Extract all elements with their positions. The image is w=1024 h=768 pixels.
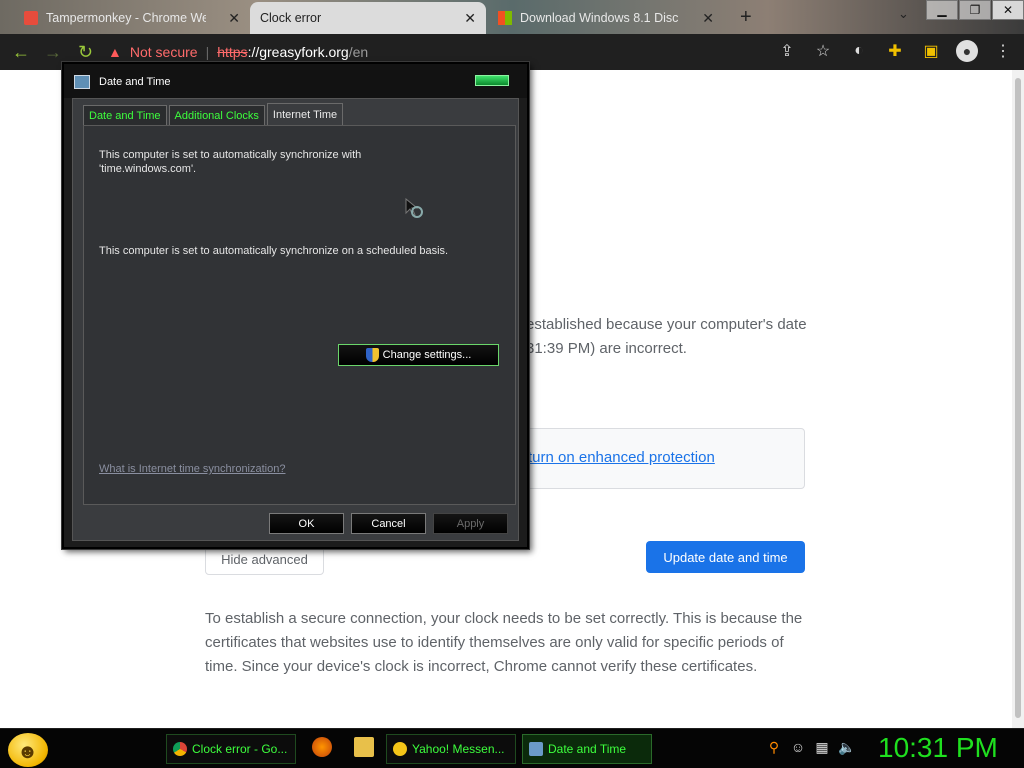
tab-download-windows[interactable]: Download Windows 8.1 Disc Ima ✕ [488,2,724,34]
explanation-line1: To establish a secure connection, your c… [205,610,803,627]
network-icon[interactable]: ▦ [814,739,830,756]
schedule-text: This computer is set to automatically sy… [99,245,449,257]
volume-icon[interactable]: 🔈 [838,739,855,756]
tab-title: Download Windows 8.1 Disc Ima [520,11,680,25]
folder-icon[interactable] [354,737,374,757]
tab-search-chevron-icon[interactable]: ⌄ [898,6,909,22]
sync-server-line1: This computer is set to automatically sy… [99,149,362,161]
change-settings-label: Change settings... [382,349,472,361]
apply-button[interactable]: Apply [433,513,508,534]
taskbar-item-date-time[interactable]: Date and Time [522,734,652,764]
share-icon[interactable]: ⇪ [776,41,798,61]
page-scrollbar[interactable] [1012,70,1024,728]
dialog-titlebar[interactable]: Date and Time [64,64,527,98]
start-button[interactable]: ☻ [8,733,48,767]
url-path: /en [348,44,369,60]
tab-tampermonkey[interactable]: Tampermonkey - Chrome Web S ✕ [14,2,250,34]
url-host: ://greasyfork.org [247,44,349,60]
new-tab-icon[interactable]: + [740,6,752,29]
taskbar-item-chrome[interactable]: Clock error - Go... [166,734,296,764]
internet-time-panel: This computer is set to automatically sy… [83,125,516,505]
browser-tab-strip: Tampermonkey - Chrome Web S ✕ Clock erro… [0,0,1024,34]
error-body-line2: 31:39 PM) are incorrect. [526,340,687,357]
date-time-icon [529,742,543,756]
ok-button[interactable]: OK [269,513,344,534]
busy-cursor-icon [405,198,423,218]
scrollbar-thumb[interactable] [1015,78,1021,718]
taskbar-clock[interactable]: 10:31 PM [878,732,998,764]
enhanced-protection-link[interactable]: turn on enhanced protection [528,449,715,466]
internet-time-help-link[interactable]: What is Internet time synchronization? [99,463,285,475]
extensions-puzzle-icon[interactable]: ✚ [884,41,906,61]
close-tab-icon[interactable]: ✕ [696,10,714,27]
toolbar-actions: ⇪ ☆ ◐ ✚ ▣ ● ⋮ [776,40,1014,62]
uac-shield-icon [365,348,379,362]
explanation-line3: time. Since your device's clock is incor… [205,658,758,675]
forward-arrow-icon[interactable]: → [44,42,62,63]
taskbar-item-yahoo[interactable]: Yahoo! Messen... [386,734,516,764]
security-label: Not secure [129,44,198,60]
messenger-tray-icon[interactable]: ☺ [790,739,806,756]
menu-kebab-icon[interactable]: ⋮ [992,41,1014,61]
change-settings-button[interactable]: Change settings... [338,344,499,366]
update-date-time-button[interactable]: Update date and time [646,541,805,573]
dialog-close-icon[interactable] [475,75,509,86]
smiley-icon: ☻ [17,741,39,763]
cancel-button[interactable]: Cancel [351,513,426,534]
explanation-line2: certificates that websites use to identi… [205,634,784,651]
date-time-icon [74,75,90,89]
sync-server-line2: 'time.windows.com'. [99,163,197,175]
microsoft-icon [498,11,512,25]
side-panel-icon[interactable]: ▣ [920,41,942,61]
close-tab-icon[interactable]: ✕ [222,10,240,27]
system-tray: ⚲ ☺ ▦ 🔈 [766,739,856,756]
error-body-line1: established because your computer's date [526,316,807,333]
tab-clock-error[interactable]: Clock error ✕ [250,2,486,34]
dialog-title: Date and Time [99,76,171,88]
flag-extension-icon[interactable]: ◐ [848,42,870,60]
back-arrow-icon[interactable]: ← [12,42,30,63]
taskbar-item-label: Yahoo! Messen... [412,742,505,756]
dialog-body: Date and Time Additional Clocks Internet… [72,98,519,541]
close-window-icon[interactable]: ✕ [992,0,1024,20]
tab-title: Tampermonkey - Chrome Web S [46,11,206,25]
tab-additional-clocks[interactable]: Additional Clocks [168,105,265,125]
search-icon[interactable]: ⚲ [766,739,782,756]
address-separator: | [205,44,210,60]
dialog-buttons: OK Cancel Apply [269,513,508,534]
bookmark-star-icon[interactable]: ☆ [812,41,834,61]
profile-avatar-icon[interactable]: ● [956,40,978,62]
tab-internet-time[interactable]: Internet Time [266,103,344,125]
reload-icon[interactable]: ↻ [78,42,93,63]
url-scheme: https [217,44,248,60]
taskbar-item-label: Clock error - Go... [192,742,288,756]
taskbar: ☻ Clock error - Go... Yahoo! Messen... D… [0,728,1024,768]
chrome-icon [173,742,187,756]
minimize-icon[interactable]: ▁ [926,0,958,20]
firefox-icon[interactable] [312,737,332,757]
chrome-web-store-icon [24,11,38,25]
tab-title: Clock error [260,11,322,25]
tab-date-and-time[interactable]: Date and Time [83,105,167,125]
warning-triangle-icon: ▲ [108,44,122,60]
close-tab-icon[interactable]: ✕ [458,10,476,27]
yahoo-messenger-icon [393,742,407,756]
window-controls: ▁ ❐ ✕ [925,0,1024,20]
date-time-dialog: Date and Time Date and Time Additional C… [62,62,529,549]
restore-icon[interactable]: ❐ [959,0,991,20]
dialog-tabs: Date and Time Additional Clocks Internet… [83,103,345,125]
taskbar-item-label: Date and Time [548,742,627,756]
